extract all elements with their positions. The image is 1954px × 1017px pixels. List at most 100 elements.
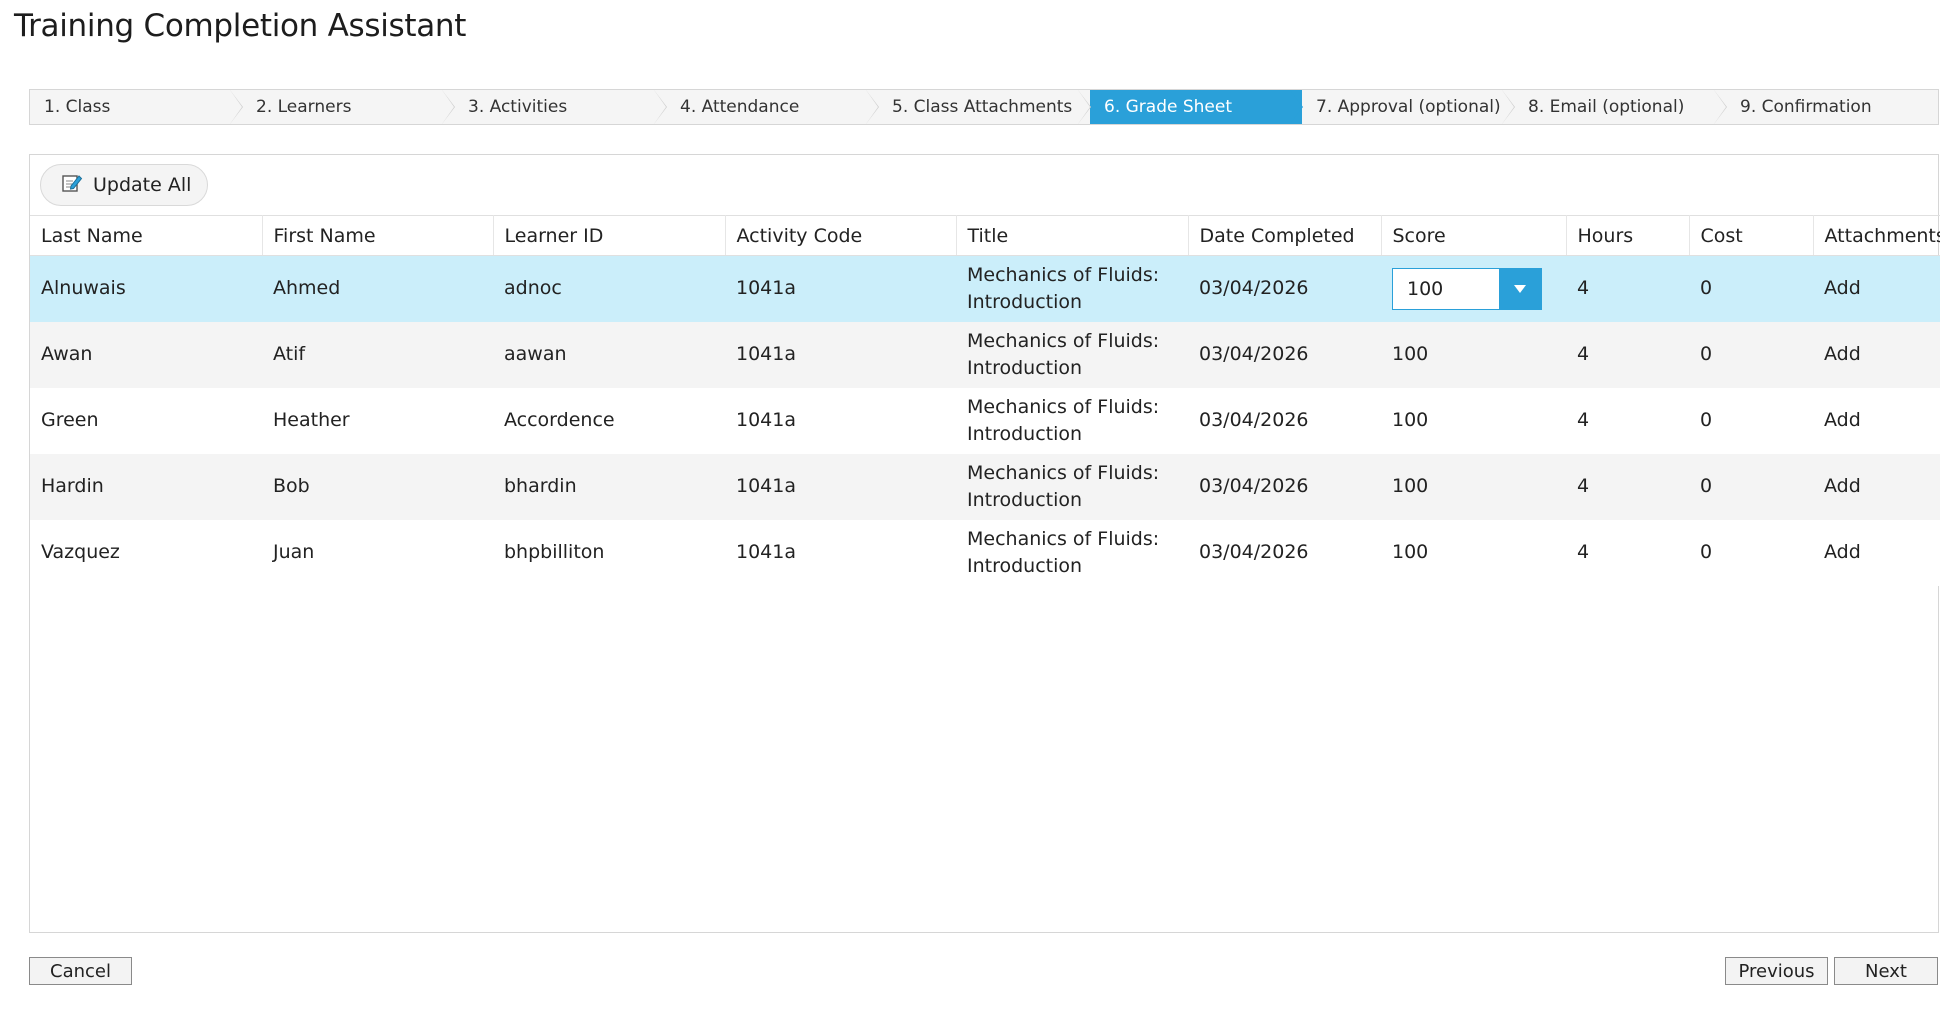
column-header-title[interactable]: Title xyxy=(956,215,1189,256)
score-input[interactable] xyxy=(1393,268,1499,309)
add-attachment-link[interactable]: Add xyxy=(1813,453,1940,520)
step-grade-sheet[interactable]: 6. Grade Sheet xyxy=(1090,90,1302,124)
step-email[interactable]: 8. Email (optional) xyxy=(1514,90,1726,124)
step-class[interactable]: 1. Class xyxy=(30,90,242,124)
add-attachment-link[interactable]: Add xyxy=(1813,519,1940,586)
table-row[interactable]: Vazquez Juan bhpbilliton 1041a Mechanics… xyxy=(30,519,1940,586)
column-header-first-name[interactable]: First Name xyxy=(262,215,494,256)
title-line-2: Introduction xyxy=(967,488,1083,511)
edit-note-icon xyxy=(61,172,83,199)
add-attachment-link[interactable]: Add xyxy=(1813,255,1940,322)
column-header-hours[interactable]: Hours xyxy=(1566,215,1690,256)
column-header-score[interactable]: Score xyxy=(1381,215,1567,256)
cancel-button[interactable]: Cancel xyxy=(29,957,132,985)
cell-last-name: Green xyxy=(30,387,262,454)
title-line-1: Mechanics of Fluids: xyxy=(967,329,1160,352)
cell-activity-code: 1041a xyxy=(725,453,956,520)
cell-hours: 4 xyxy=(1566,519,1689,586)
step-confirmation[interactable]: 9. Confirmation xyxy=(1726,90,1938,124)
cell-first-name: Atif xyxy=(262,321,493,388)
score-dropdown-button[interactable] xyxy=(1499,268,1541,309)
cell-first-name: Ahmed xyxy=(262,255,493,322)
title-line-2: Introduction xyxy=(967,422,1083,445)
cell-score xyxy=(1381,255,1566,322)
column-header-learner-id[interactable]: Learner ID xyxy=(493,215,726,256)
cell-hours: 4 xyxy=(1566,321,1689,388)
previous-button[interactable]: Previous xyxy=(1725,957,1828,985)
cell-cost: 0 xyxy=(1689,453,1813,520)
title-line-1: Mechanics of Fluids: xyxy=(967,395,1160,418)
cell-last-name: Vazquez xyxy=(30,519,262,586)
cell-activity-code: 1041a xyxy=(725,321,956,388)
wizard-steps: 1. Class 2. Learners 3. Activities 4. At… xyxy=(29,89,1939,125)
cell-date-completed: 03/04/2026 xyxy=(1188,321,1381,388)
cell-title: Mechanics of Fluids: Introduction xyxy=(956,519,1188,586)
cell-date-completed: 03/04/2026 xyxy=(1188,453,1381,520)
title-line-2: Introduction xyxy=(967,290,1083,313)
cell-first-name: Heather xyxy=(262,387,493,454)
cell-activity-code: 1041a xyxy=(725,255,956,322)
cell-learner-id: adnoc xyxy=(493,255,725,322)
column-header-cost[interactable]: Cost xyxy=(1689,215,1814,256)
cell-first-name: Juan xyxy=(262,519,493,586)
update-all-label: Update All xyxy=(93,174,192,196)
cell-date-completed: 03/04/2026 xyxy=(1188,387,1381,454)
cell-activity-code: 1041a xyxy=(725,387,956,454)
cell-last-name: Awan xyxy=(30,321,262,388)
grid-toolbar: Update All xyxy=(30,155,1938,215)
cell-date-completed: 03/04/2026 xyxy=(1188,519,1381,586)
cell-title: Mechanics of Fluids: Introduction xyxy=(956,387,1188,454)
next-button[interactable]: Next xyxy=(1834,957,1938,985)
cell-title: Mechanics of Fluids: Introduction xyxy=(956,453,1188,520)
add-attachment-link[interactable]: Add xyxy=(1813,387,1940,454)
step-activities[interactable]: 3. Activities xyxy=(454,90,666,124)
step-attendance[interactable]: 4. Attendance xyxy=(666,90,878,124)
cell-title: Mechanics of Fluids: Introduction xyxy=(956,321,1188,388)
cell-first-name: Bob xyxy=(262,453,493,520)
column-header-attachments[interactable]: Attachments xyxy=(1813,215,1940,256)
title-line-2: Introduction xyxy=(967,356,1083,379)
cell-score[interactable]: 100 xyxy=(1381,453,1566,520)
cell-score[interactable]: 100 xyxy=(1381,519,1566,586)
table-row[interactable]: Alnuwais Ahmed adnoc 1041a Mechanics of … xyxy=(30,255,1940,322)
page-title: Training Completion Assistant xyxy=(14,8,467,44)
title-line-2: Introduction xyxy=(967,554,1083,577)
title-line-1: Mechanics of Fluids: xyxy=(967,461,1160,484)
cell-hours: 4 xyxy=(1566,255,1689,322)
cell-last-name: Alnuwais xyxy=(30,255,262,322)
cell-learner-id: bhpbilliton xyxy=(493,519,725,586)
cell-cost: 0 xyxy=(1689,321,1813,388)
column-header-last-name[interactable]: Last Name xyxy=(30,215,263,256)
cell-score[interactable]: 100 xyxy=(1381,387,1566,454)
table-row[interactable]: Green Heather Accordence 1041a Mechanics… xyxy=(30,387,1940,454)
update-all-button[interactable]: Update All xyxy=(40,164,209,206)
title-line-1: Mechanics of Fluids: xyxy=(967,263,1160,286)
score-combobox[interactable] xyxy=(1392,267,1542,310)
column-header-activity-code[interactable]: Activity Code xyxy=(725,215,957,256)
grade-sheet-table: Last Name First Name Learner ID Activity… xyxy=(30,215,1940,586)
step-class-attachments[interactable]: 5. Class Attachments xyxy=(878,90,1090,124)
title-line-1: Mechanics of Fluids: xyxy=(967,527,1160,550)
cell-activity-code: 1041a xyxy=(725,519,956,586)
cell-date-completed: 03/04/2026 xyxy=(1188,255,1381,322)
step-approval[interactable]: 7. Approval (optional) xyxy=(1302,90,1514,124)
add-attachment-link[interactable]: Add xyxy=(1813,321,1940,388)
column-header-date-completed[interactable]: Date Completed xyxy=(1188,215,1382,256)
table-row[interactable]: Awan Atif aawan 1041a Mechanics of Fluid… xyxy=(30,321,1940,388)
cell-score[interactable]: 100 xyxy=(1381,321,1566,388)
cell-cost: 0 xyxy=(1689,519,1813,586)
cell-title: Mechanics of Fluids: Introduction xyxy=(956,255,1188,322)
cell-learner-id: Accordence xyxy=(493,387,725,454)
table-row[interactable]: Hardin Bob bhardin 1041a Mechanics of Fl… xyxy=(30,453,1940,520)
cell-learner-id: aawan xyxy=(493,321,725,388)
cell-cost: 0 xyxy=(1689,255,1813,322)
cell-cost: 0 xyxy=(1689,387,1813,454)
cell-last-name: Hardin xyxy=(30,453,262,520)
cell-hours: 4 xyxy=(1566,387,1689,454)
cell-learner-id: bhardin xyxy=(493,453,725,520)
table-header-row: Last Name First Name Learner ID Activity… xyxy=(30,215,1940,256)
grade-sheet-panel: Update All Last Name First Name Learner … xyxy=(29,154,1940,933)
chevron-down-icon xyxy=(1513,275,1527,302)
cell-hours: 4 xyxy=(1566,453,1689,520)
step-learners[interactable]: 2. Learners xyxy=(242,90,454,124)
